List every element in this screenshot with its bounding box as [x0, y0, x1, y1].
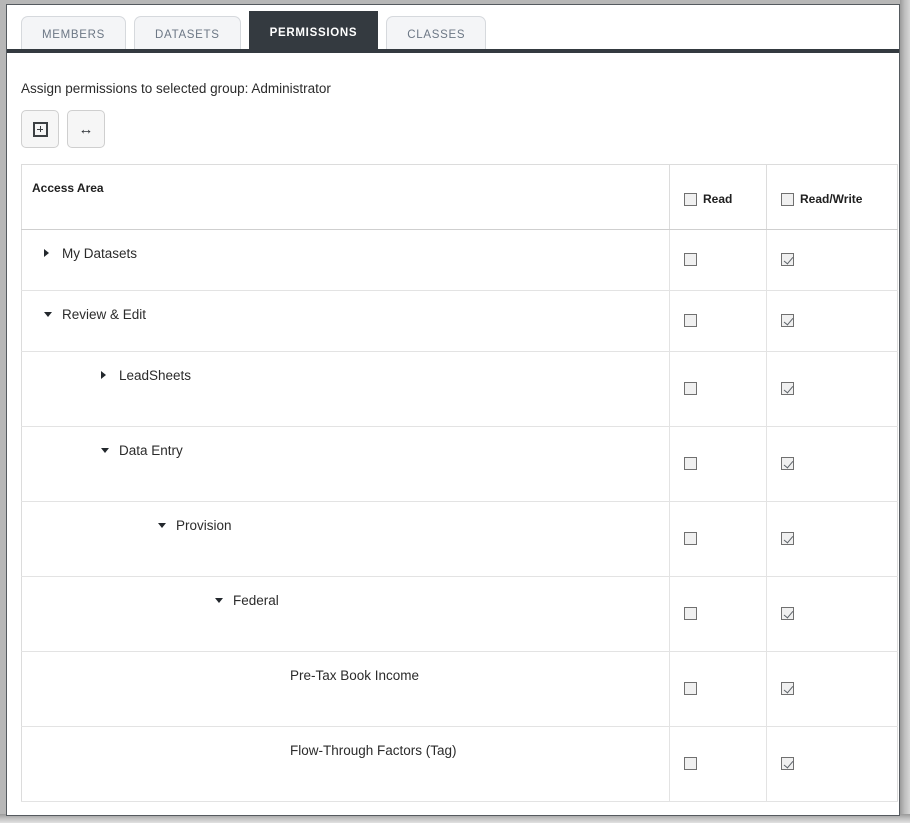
header-read-write: Read/Write [766, 164, 898, 230]
read-checkbox-cell [669, 726, 767, 802]
caret-glyph [101, 371, 106, 380]
table-row: My Datasets [21, 229, 898, 291]
read-write-checkbox[interactable] [781, 457, 794, 471]
read-checkbox[interactable] [684, 382, 697, 396]
table-row: Review & Edit [21, 290, 898, 352]
table-row: Flow-Through Factors (Tag) [21, 726, 898, 802]
read-write-header-checkbox[interactable] [781, 193, 794, 207]
permissions-table: Access Area Read Read/Write My Datasets R… [21, 164, 898, 802]
read-checkbox-cell [669, 426, 767, 502]
read-checkbox-cell [669, 501, 767, 577]
read-checkbox[interactable] [684, 253, 697, 267]
tab-classes[interactable]: CLASSES [386, 16, 487, 53]
fit-columns-button[interactable]: ↔ [67, 110, 105, 148]
tab-members[interactable]: MEMBERS [21, 16, 127, 53]
read-checkbox[interactable] [684, 314, 697, 328]
read-checkbox[interactable] [684, 532, 697, 546]
table-row: Provision [21, 501, 898, 577]
permissions-toolbar: ↔ [21, 110, 885, 164]
assign-permissions-label: Assign permissions to selected group: Ad… [21, 81, 331, 96]
caret-right-icon[interactable] [101, 368, 119, 383]
read-write-checkbox[interactable] [781, 682, 794, 696]
read-checkbox-cell [669, 229, 767, 291]
table-header-row: Access Area Read Read/Write [21, 164, 898, 230]
read-write-checkbox[interactable] [781, 532, 794, 546]
read-write-checkbox-cell [766, 576, 898, 652]
read-write-checkbox-cell [766, 726, 898, 802]
caret-glyph [158, 522, 166, 528]
tab-underline [7, 49, 899, 53]
header-read-label: Read [703, 192, 733, 206]
access-area-cell: Provision [21, 501, 670, 577]
table-row: Data Entry [21, 426, 898, 502]
access-area-label: Federal [233, 593, 279, 608]
access-area-cell: Review & Edit [21, 290, 670, 352]
header-read: Read [669, 164, 767, 230]
table-row: Pre-Tax Book Income [21, 651, 898, 727]
read-checkbox[interactable] [684, 757, 697, 771]
read-write-checkbox[interactable] [781, 757, 794, 771]
read-checkbox[interactable] [684, 457, 697, 471]
table-row: Federal [21, 576, 898, 652]
expand-all-button[interactable] [21, 110, 59, 148]
tab-datasets[interactable]: DATASETS [134, 16, 241, 53]
access-area-label: Pre-Tax Book Income [290, 668, 420, 683]
read-write-checkbox-cell [766, 426, 898, 502]
caret-glyph [215, 597, 223, 603]
read-write-checkbox-cell [766, 229, 898, 291]
caret-glyph [101, 447, 109, 453]
read-write-checkbox-cell [766, 290, 898, 352]
table-body: My Datasets Review & Edit LeadSheets Data E… [21, 229, 898, 802]
window-content: MEMBERS DATASETS PERMISSIONS CLASSES Assign… [6, 4, 900, 816]
access-area-label: Provision [176, 518, 232, 533]
read-write-checkbox[interactable] [781, 314, 794, 328]
access-area-label: LeadSheets [119, 368, 192, 383]
caret-right-icon[interactable] [44, 246, 62, 261]
read-write-checkbox[interactable] [781, 607, 794, 621]
read-checkbox-cell [669, 351, 767, 427]
read-checkbox[interactable] [684, 607, 697, 621]
access-area-cell: Flow-Through Factors (Tag) [21, 726, 670, 802]
access-area-cell: My Datasets [21, 229, 670, 291]
window-frame: MEMBERS DATASETS PERMISSIONS CLASSES Assign… [0, 0, 910, 823]
access-area-cell: Pre-Tax Book Income [21, 651, 670, 727]
window-frame-right-edge [900, 0, 910, 823]
caret-down-icon[interactable] [101, 443, 119, 458]
access-area-cell: Data Entry [21, 426, 670, 502]
tab-list: MEMBERS DATASETS PERMISSIONS CLASSES [21, 5, 899, 53]
read-write-checkbox[interactable] [781, 382, 794, 396]
read-write-checkbox-cell [766, 651, 898, 727]
expand-box-plus-icon [32, 121, 48, 137]
horizontal-resize-icon: ↔ [78, 120, 94, 138]
caret-down-icon[interactable] [215, 593, 233, 608]
caret-glyph [44, 311, 52, 317]
read-checkbox[interactable] [684, 682, 697, 696]
tab-strip: MEMBERS DATASETS PERMISSIONS CLASSES [7, 5, 899, 53]
read-checkbox-cell [669, 576, 767, 652]
access-area-cell: Federal [21, 576, 670, 652]
read-checkbox-cell [669, 651, 767, 727]
header-access-area: Access Area [21, 164, 670, 230]
caret-glyph [44, 249, 49, 258]
permissions-panel: Assign permissions to selected group: Ad… [7, 53, 899, 802]
access-area-cell: LeadSheets [21, 351, 670, 427]
caret-down-icon[interactable] [44, 307, 62, 322]
read-write-checkbox-cell [766, 501, 898, 577]
table-row: LeadSheets [21, 351, 898, 427]
read-write-checkbox-cell [766, 351, 898, 427]
access-area-label: Data Entry [119, 443, 183, 458]
access-area-label: My Datasets [62, 246, 138, 261]
caret-down-icon[interactable] [158, 518, 176, 533]
access-area-label: Review & Edit [62, 307, 147, 322]
access-area-label: Flow-Through Factors (Tag) [290, 743, 457, 758]
header-read-write-label: Read/Write [800, 192, 863, 206]
read-checkbox-cell [669, 290, 767, 352]
tab-permissions[interactable]: PERMISSIONS [248, 11, 379, 53]
read-write-checkbox[interactable] [781, 253, 794, 267]
read-header-checkbox[interactable] [684, 193, 697, 207]
